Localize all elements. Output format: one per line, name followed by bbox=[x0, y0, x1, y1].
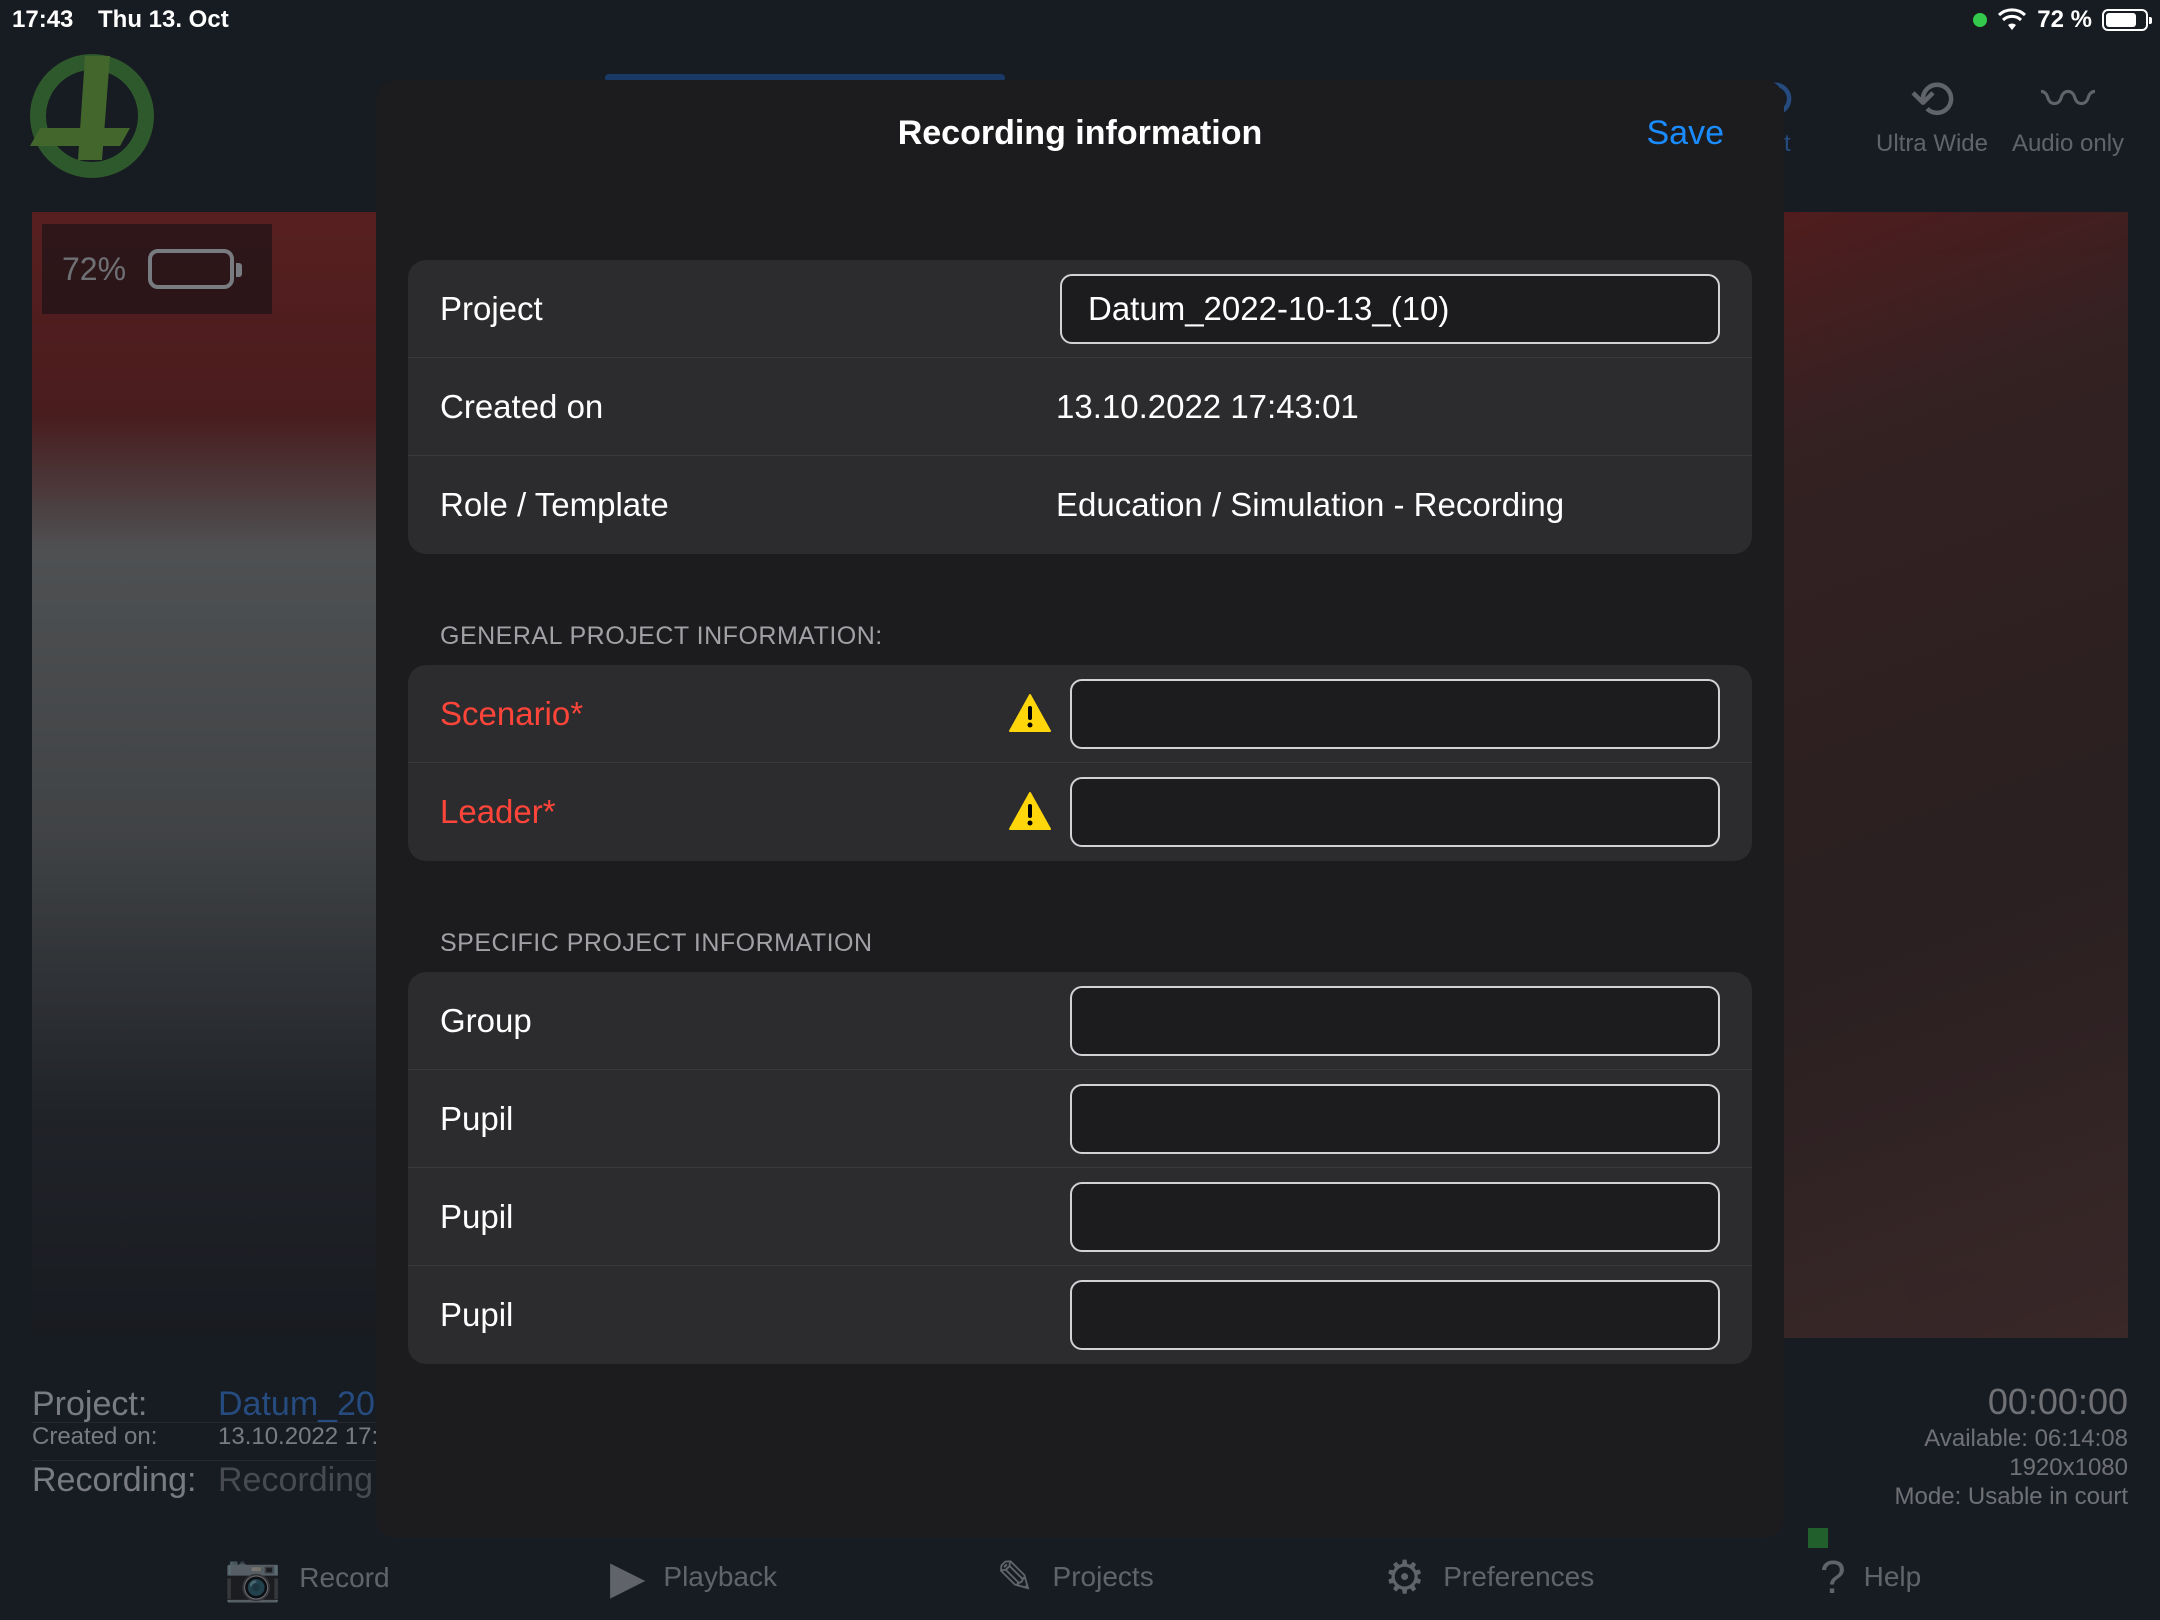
pupil-label: Pupil bbox=[440, 1296, 514, 1333]
pupil-input-1[interactable] bbox=[1070, 1084, 1720, 1154]
warning-icon bbox=[1009, 694, 1051, 732]
scenario-label: Scenario* bbox=[440, 695, 584, 732]
camera-mode-label: Ultra Wide bbox=[1875, 130, 1989, 157]
role-template-row: Role / Template Education / Simulation -… bbox=[408, 456, 1752, 554]
bottom-tab-bar: 📷 Record ▶ Playback ✎ Projects ⚙ Preferences… bbox=[0, 1540, 2160, 1620]
tab-label: Record bbox=[299, 1561, 390, 1593]
tab-help[interactable]: ? Help bbox=[1820, 1550, 1921, 1604]
camera-mode-audio-only[interactable]: 〰 Audio only bbox=[1998, 70, 2138, 158]
recording-stats: 00:00:00 Available: 06:14:08 1920x1080 M… bbox=[1895, 1380, 2128, 1511]
scenario-row: Scenario* bbox=[408, 665, 1752, 763]
recording-value: Recording bbox=[218, 1461, 373, 1499]
status-time: 17:43 bbox=[12, 6, 74, 33]
group-label: Group bbox=[440, 1002, 532, 1039]
resolution: 1920x1080 bbox=[2009, 1454, 2128, 1481]
tab-projects[interactable]: ✎ Projects bbox=[996, 1550, 1154, 1604]
wifi-icon bbox=[1998, 8, 2027, 30]
tab-playback[interactable]: ▶ Playback bbox=[610, 1550, 777, 1604]
save-button[interactable]: Save bbox=[1647, 114, 1725, 153]
camera-mode-label: Audio only bbox=[2011, 130, 2125, 157]
project-name-input[interactable] bbox=[1060, 274, 1720, 344]
app-logo-icon bbox=[30, 54, 154, 178]
battery-overlay: 72% bbox=[42, 224, 272, 314]
camera-rotate-icon: ⟲ bbox=[1909, 70, 1955, 130]
warning-icon bbox=[1009, 792, 1051, 830]
tab-label: Projects bbox=[1052, 1561, 1154, 1592]
pencil-icon: ✎ bbox=[996, 1551, 1035, 1603]
pupil-label: Pupil bbox=[440, 1198, 514, 1235]
available-time: Available: 06:14:08 bbox=[1924, 1425, 2128, 1452]
general-section-header: GENERAL PROJECT INFORMATION: bbox=[440, 622, 883, 650]
status-date: Thu 13. Oct bbox=[98, 6, 229, 33]
project-row: Project bbox=[408, 260, 1752, 358]
general-group: Scenario* Leader* bbox=[408, 665, 1752, 861]
tab-label: Playback bbox=[663, 1561, 778, 1592]
gear-icon: ⚙ bbox=[1384, 1551, 1426, 1603]
role-template-value: Education / Simulation - Recording bbox=[1056, 486, 1565, 523]
created-label: Created on bbox=[440, 388, 604, 425]
status-battery-percent: 72 % bbox=[2037, 6, 2092, 33]
modal-title: Recording information bbox=[897, 114, 1263, 152]
tab-label: Preferences bbox=[1443, 1561, 1595, 1592]
group-row: Group bbox=[408, 972, 1752, 1070]
recording-timer: 00:00:00 bbox=[1987, 1381, 2128, 1422]
created-value: 13.10.2022 17: bbox=[218, 1423, 379, 1450]
waveform-mic-icon: 〰 bbox=[2041, 70, 2095, 130]
recording-info-summary: Project: Datum_20 Created on: 13.10.2022 1… bbox=[32, 1385, 379, 1499]
status-right: 72 % bbox=[1973, 6, 2152, 34]
project-label: Project: bbox=[32, 1385, 148, 1423]
pupil-row: Pupil bbox=[408, 1168, 1752, 1266]
camera-in-use-indicator bbox=[1973, 13, 1988, 27]
created-label: Created on: bbox=[32, 1423, 158, 1450]
tab-record[interactable]: 📷 Record bbox=[224, 1550, 390, 1605]
pupil-input-3[interactable] bbox=[1070, 1280, 1720, 1350]
pupil-label: Pupil bbox=[440, 1100, 514, 1137]
camera-mode-ultra-wide[interactable]: ⟲ Ultra Wide bbox=[1862, 70, 2002, 158]
project-label: Project bbox=[440, 290, 543, 327]
pupil-row: Pupil bbox=[408, 1070, 1752, 1168]
specific-group: Group Pupil Pupil Pupil bbox=[408, 972, 1752, 1364]
scenario-input[interactable] bbox=[1070, 679, 1720, 749]
leader-label: Leader* bbox=[440, 793, 556, 830]
recording-information-modal: Recording information Save Project Creat… bbox=[376, 80, 1784, 1538]
summary-group: Project Created on 13.10.2022 17:43:01 R… bbox=[408, 260, 1752, 554]
camera-icon: 📷 bbox=[224, 1551, 282, 1603]
group-input[interactable] bbox=[1070, 986, 1720, 1056]
play-icon: ▶ bbox=[610, 1551, 646, 1603]
recording-label: Recording: bbox=[32, 1461, 197, 1499]
project-link[interactable]: Datum_20 bbox=[218, 1385, 375, 1424]
battery-icon bbox=[148, 249, 243, 289]
battery-icon bbox=[2102, 9, 2152, 31]
created-row: Created on 13.10.2022 17:43:01 bbox=[408, 358, 1752, 456]
specific-section-header: SPECIFIC PROJECT INFORMATION bbox=[440, 929, 873, 957]
pupil-input-2[interactable] bbox=[1070, 1182, 1720, 1252]
tab-preferences[interactable]: ⚙ Preferences bbox=[1384, 1550, 1594, 1604]
camera-preview-right bbox=[1760, 212, 2128, 1338]
status-bar: 17:43 Thu 13. Oct 72 % bbox=[0, 0, 2160, 40]
leader-row: Leader* bbox=[408, 763, 1752, 861]
role-template-label: Role / Template bbox=[440, 486, 669, 523]
help-icon: ? bbox=[1820, 1551, 1846, 1603]
tab-label: Help bbox=[1863, 1561, 1922, 1592]
battery-overlay-percent: 72% bbox=[62, 250, 127, 287]
leader-input[interactable] bbox=[1070, 777, 1720, 847]
pupil-row: Pupil bbox=[408, 1266, 1752, 1364]
camera-preview-left bbox=[32, 212, 392, 1338]
recording-mode: Mode: Usable in court bbox=[1894, 1483, 2128, 1510]
created-value: 13.10.2022 17:43:01 bbox=[1056, 388, 1359, 425]
